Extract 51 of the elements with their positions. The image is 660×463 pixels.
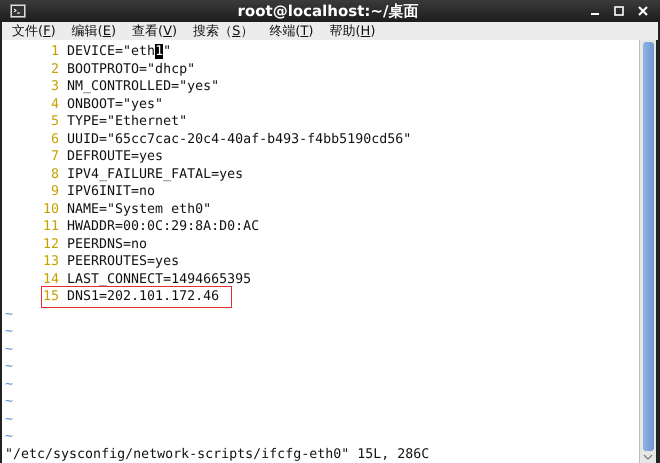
menu-item[interactable]: 文件(F): [12, 22, 56, 40]
code-line: NAME="System eth0": [67, 200, 212, 218]
line-number: 3: [50, 78, 59, 96]
empty-line-marker: ~: [5, 323, 14, 340]
close-icon[interactable]: [638, 6, 648, 16]
status-line: "/etc/sysconfig/network-scripts/ifcfg-eth0" 15L, 286C: [5, 446, 430, 463]
scrollbar[interactable]: [639, 40, 656, 463]
line-number: 1: [50, 43, 59, 60]
empty-line-marker: ~: [5, 393, 14, 410]
line-number: 6: [50, 130, 59, 148]
line-number: 7: [50, 148, 59, 166]
line-number: 8: [50, 166, 59, 183]
menu-item[interactable]: 编辑(E): [72, 22, 116, 40]
code-line: IPV4_FAILURE_FATAL=yes: [67, 166, 244, 183]
maximize-icon[interactable]: [614, 6, 624, 16]
empty-line-marker: ~: [5, 376, 14, 393]
code-line: TYPE="Ethernet": [67, 113, 188, 130]
menu-item[interactable]: 搜索（S）: [193, 22, 254, 40]
menu-item[interactable]: 帮助(H): [329, 22, 376, 40]
code-line: ONBOOT="yes": [67, 96, 164, 113]
line-number: 15: [42, 288, 59, 306]
terminal-icon: [10, 4, 26, 18]
empty-line-marker: ~: [5, 340, 14, 358]
code-line: IPV6INIT=no: [67, 183, 156, 200]
line-number: 4: [50, 96, 59, 113]
code-line: NM_CONTROLLED="yes": [67, 78, 220, 96]
code-line: DNS1=202.101.172.46: [67, 288, 220, 306]
code-line: PEERDNS=no: [67, 236, 148, 253]
line-number: 11: [42, 218, 59, 236]
line-number: 9: [50, 183, 59, 200]
line-number: 13: [42, 253, 59, 270]
empty-line-marker: ~: [5, 358, 14, 376]
code-line: DEFROUTE=yes: [67, 148, 164, 166]
code-line: DEVICE="eth1": [67, 43, 172, 60]
code-line: UUID="65cc7cac-20c4-40af-b493-f4bb5190cd56": [67, 130, 412, 148]
empty-line-marker: ~: [5, 410, 14, 428]
code-line: LAST_CONNECT=1494665395: [67, 270, 252, 288]
menu-item[interactable]: 查看(V): [132, 22, 178, 40]
scroll-down-icon[interactable]: [642, 453, 654, 461]
empty-line-marker: ~: [5, 306, 14, 323]
line-number: 14: [42, 270, 59, 288]
line-number: 10: [42, 200, 59, 218]
empty-line-marker: ~: [5, 428, 14, 446]
line-number: 2: [50, 60, 59, 78]
line-number: 5: [50, 113, 59, 130]
menu-item[interactable]: 终端(T): [269, 22, 314, 40]
line-number: 12: [42, 236, 59, 253]
code-line: BOOTPROTO="dhcp": [67, 60, 196, 78]
code-line: PEERROUTES=yes: [67, 253, 180, 270]
code-line: HWADDR=00:0C:29:8A:D0:AC: [67, 218, 260, 236]
window-title: root@localhost:~/桌面: [236, 1, 420, 22]
